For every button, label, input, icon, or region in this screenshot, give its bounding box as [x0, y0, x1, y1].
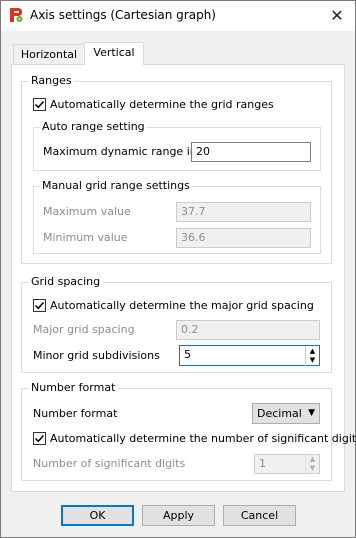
- apply-button[interactable]: Apply: [142, 505, 215, 526]
- auto-major-spacing-checkbox[interactable]: [33, 299, 46, 312]
- close-icon[interactable]: ✕: [322, 3, 352, 29]
- checkmark-icon: [34, 100, 45, 109]
- spin-down-icon[interactable]: ▼: [306, 464, 319, 473]
- auto-grid-ranges-label: Automatically determine the grid ranges: [50, 98, 274, 111]
- max-dynamic-range-input[interactable]: 20: [191, 142, 311, 162]
- manual-range-legend: Manual grid range settings: [40, 179, 192, 192]
- tab-vertical[interactable]: Vertical: [84, 42, 144, 65]
- spin-up-icon[interactable]: ▲: [306, 455, 319, 464]
- sig-digits-label: Number of significant digits: [33, 457, 186, 470]
- ranges-legend: Ranges: [29, 74, 74, 87]
- ok-button[interactable]: OK: [61, 505, 134, 526]
- auto-major-spacing-label: Automatically determine the major grid s…: [50, 299, 314, 312]
- number-format-legend: Number format: [29, 381, 118, 394]
- auto-range-legend: Auto range setting: [40, 120, 147, 133]
- sig-digits-stepper[interactable]: ▲ ▼: [305, 454, 319, 474]
- spin-down-icon[interactable]: ▼: [306, 356, 319, 365]
- chevron-down-icon: ▼: [308, 408, 315, 418]
- cancel-button[interactable]: Cancel: [223, 505, 296, 526]
- min-value-label: Minimum value: [43, 231, 128, 244]
- max-dynamic-range-label: Maximum dynamic range in dB: [43, 145, 215, 158]
- minor-subdivisions-label: Minor grid subdivisions: [33, 349, 160, 362]
- auto-sig-digits-label: Automatically determine the number of si…: [50, 432, 356, 445]
- number-format-value: Decimal: [257, 407, 302, 420]
- min-value-input[interactable]: 36.6: [176, 228, 311, 248]
- window-title: Axis settings (Cartesian graph): [30, 8, 216, 22]
- app-logo-icon: [8, 7, 24, 23]
- checkmark-icon: [34, 434, 45, 443]
- minor-subdivisions-stepper[interactable]: ▲ ▼: [305, 346, 319, 366]
- grid-spacing-legend: Grid spacing: [29, 275, 103, 288]
- spin-up-icon[interactable]: ▲: [306, 347, 319, 356]
- major-grid-spacing-label: Major grid spacing: [33, 323, 135, 336]
- number-format-label: Number format: [33, 407, 118, 420]
- number-format-select[interactable]: Decimal ▼: [252, 403, 320, 424]
- max-value-label: Maximum value: [43, 205, 131, 218]
- tab-horizontal[interactable]: Horizontal: [13, 44, 85, 65]
- auto-sig-digits-checkbox[interactable]: [33, 432, 46, 445]
- major-grid-spacing-input[interactable]: 0.2: [176, 320, 320, 340]
- minor-subdivisions-input[interactable]: 5: [179, 345, 320, 366]
- checkmark-icon: [34, 301, 45, 310]
- auto-grid-ranges-checkbox[interactable]: [33, 98, 46, 111]
- max-value-input[interactable]: 37.7: [176, 202, 311, 222]
